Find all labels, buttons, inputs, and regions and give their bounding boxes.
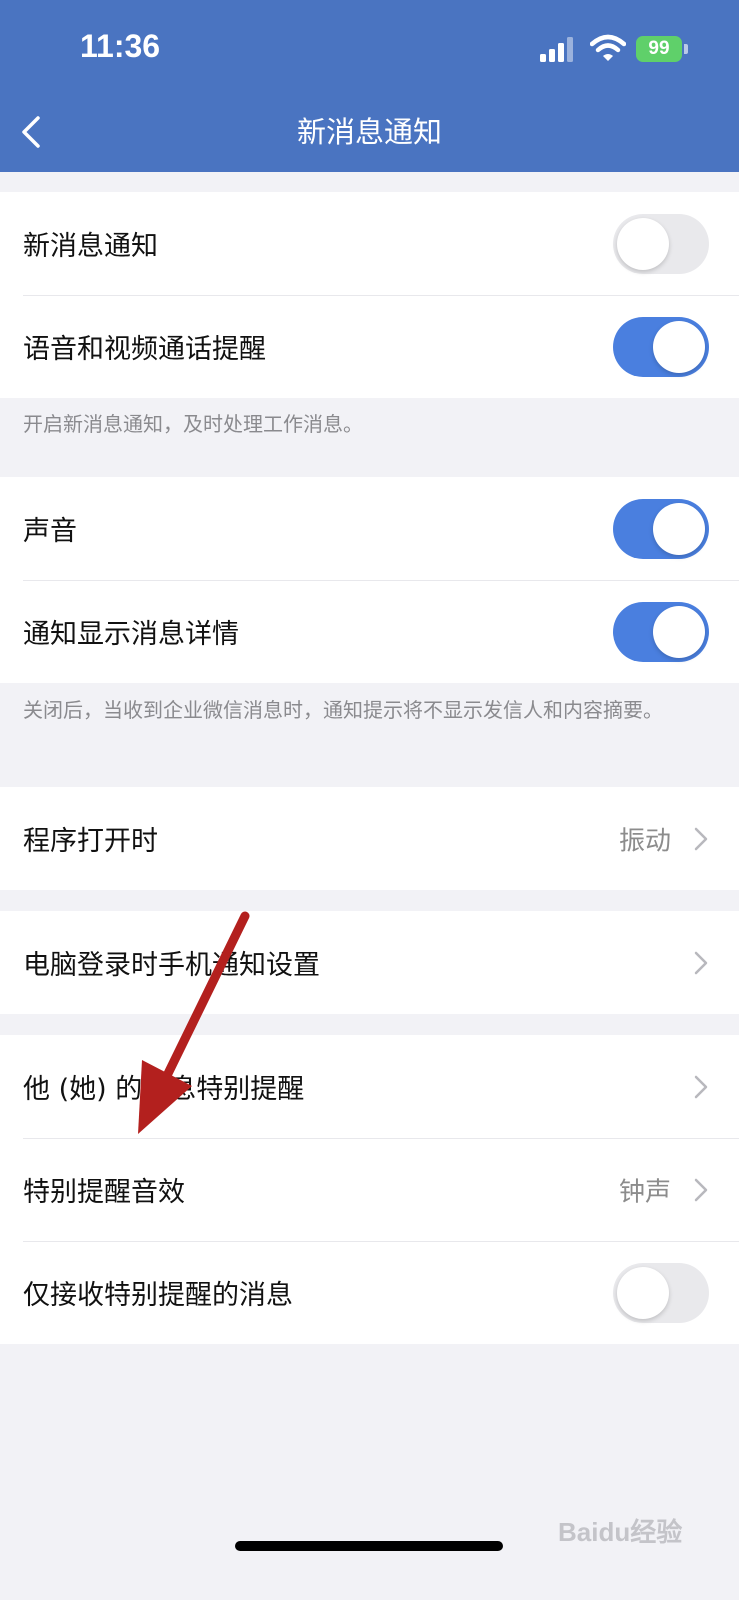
row-value: 钟声 (618, 1177, 671, 1207)
new-message-toggle[interactable] (613, 213, 709, 274)
toggle-knob (653, 320, 705, 373)
home-indicator[interactable] (235, 1541, 503, 1551)
show-details-toggle[interactable] (613, 601, 709, 662)
group1-note: 开启新消息通知，及时处理工作消息。 (23, 412, 363, 436)
only-special-toggle[interactable] (613, 1262, 709, 1323)
row-show-details[interactable]: 通知显示消息详情 (0, 580, 739, 683)
wifi-icon (590, 34, 626, 61)
chevron-right-icon (694, 1178, 708, 1201)
chevron-right-icon (694, 827, 708, 850)
battery-level: 99 (648, 38, 670, 59)
row-new-message-notify[interactable]: 新消息通知 (0, 192, 739, 295)
toggle-knob (617, 1266, 669, 1319)
row-label: 电脑登录时手机通知设置 (23, 950, 320, 981)
special-reminder-group: 他 (她) 的消息特别提醒 特别提醒音效 钟声 仅接收特别提醒的消息 (0, 1035, 739, 1344)
app-header: 11:36 99 新消息通知 (0, 0, 739, 172)
battery-tip (684, 44, 688, 54)
toggle-knob (617, 217, 669, 270)
row-special-sound[interactable]: 特别提醒音效 钟声 (0, 1138, 739, 1241)
status-time: 11:36 (80, 28, 161, 64)
chevron-right-icon (694, 1075, 708, 1098)
sound-toggle[interactable] (613, 498, 709, 559)
toggle-knob (653, 502, 705, 555)
group2-note: 关闭后，当收到企业微信消息时，通知提示将不显示发信人和内容摘要。 (23, 698, 663, 722)
call-reminder-toggle[interactable] (613, 316, 709, 377)
row-app-open[interactable]: 程序打开时 振动 (0, 787, 739, 890)
row-label: 他 (她) 的消息特别提醒 (23, 1074, 305, 1105)
app-open-group: 程序打开时 振动 (0, 787, 739, 890)
row-only-special[interactable]: 仅接收特别提醒的消息 (0, 1241, 739, 1344)
cellular-signal-icon (540, 37, 573, 62)
toggle-knob (653, 605, 705, 658)
row-sound[interactable]: 声音 (0, 477, 739, 580)
watermark: Baidu经验 (558, 1517, 683, 1547)
row-special-reminder[interactable]: 他 (她) 的消息特别提醒 (0, 1035, 739, 1138)
row-value: 振动 (618, 826, 671, 856)
battery-icon: 99 (636, 36, 682, 62)
row-pc-login[interactable]: 电脑登录时手机通知设置 (0, 911, 739, 1014)
row-call-reminder[interactable]: 语音和视频通话提醒 (0, 295, 739, 398)
pc-login-group: 电脑登录时手机通知设置 (0, 911, 739, 1014)
chevron-right-icon (694, 951, 708, 974)
page-title: 新消息通知 (296, 115, 442, 149)
notification-group: 新消息通知 语音和视频通话提醒 (0, 192, 739, 398)
sound-group: 声音 通知显示消息详情 (0, 477, 739, 683)
